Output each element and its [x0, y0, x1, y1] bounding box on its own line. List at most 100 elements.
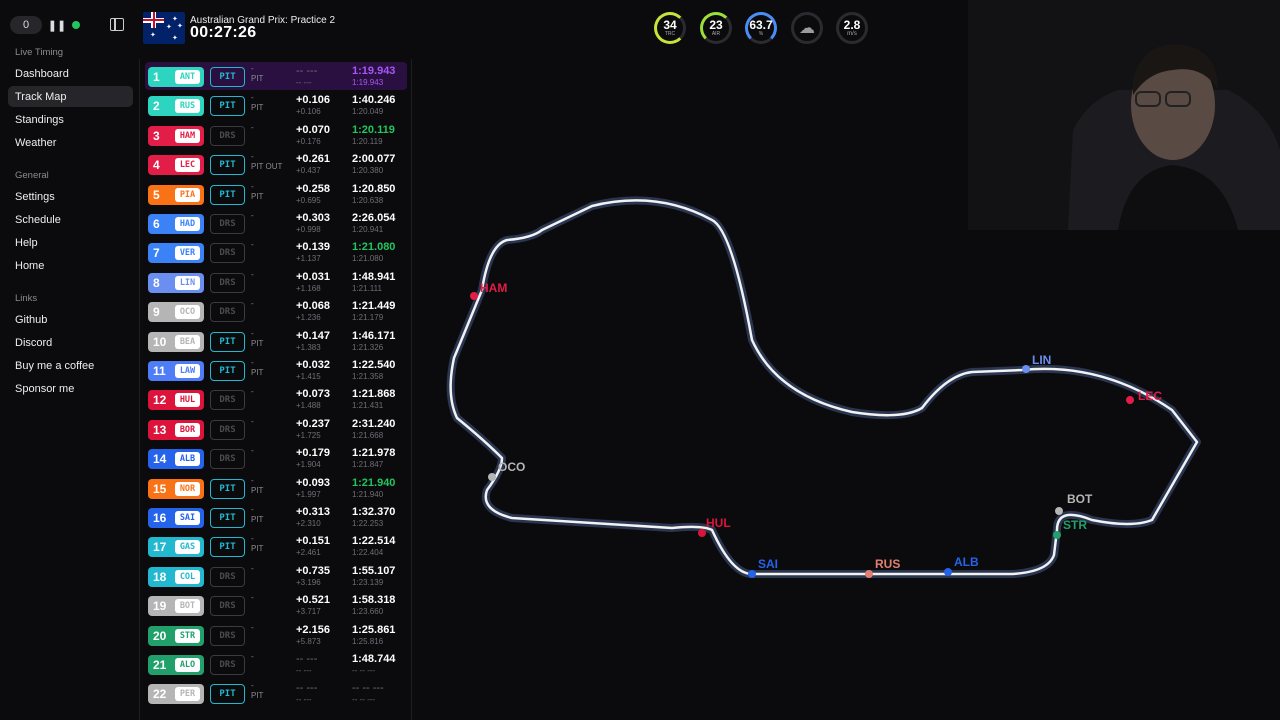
driver-code: ALB: [175, 452, 200, 467]
driver-status: - PIT: [251, 181, 264, 201]
driver-row[interactable]: 16 SAI PIT - PIT +0.313 +2.310 1:32.370 1:2…: [145, 503, 407, 531]
humidity-gauge: 63.7 %: [745, 12, 777, 44]
sidebar-item-buy-me-a-coffee[interactable]: Buy me a coffee: [8, 355, 133, 376]
driver-code: LEC: [175, 158, 200, 173]
drs-indicator: DRS: [210, 214, 245, 234]
driver-row[interactable]: 22 PER PIT - PIT -- --- -- --- -- -- --- --…: [145, 679, 407, 707]
driver-status: - PIT: [251, 328, 264, 348]
car-marker-ham: [470, 292, 478, 300]
driver-status: -: [251, 211, 254, 220]
gap-to-ahead: +0.068 +1.236: [296, 300, 330, 323]
driver-row[interactable]: 19 BOT DRS - +0.521 +3.717 1:58.318 1:23.6…: [145, 591, 407, 619]
driver-row[interactable]: 14 ALB DRS - +0.179 +1.904 1:21.978 1:21.8…: [145, 444, 407, 472]
driver-tag: 4 LEC: [148, 155, 204, 176]
driver-row[interactable]: 1 ANT PIT - PIT -- --- -- --- 1:19.943 1:19…: [145, 62, 407, 90]
driver-position: 16: [153, 511, 167, 525]
car-label-rus: RUS: [875, 557, 900, 571]
driver-status: -: [251, 240, 254, 250]
sidebar-item-sponsor-me[interactable]: Sponsor me: [8, 378, 133, 399]
drs-indicator: DRS: [210, 449, 245, 470]
driver-row[interactable]: 6 HAD DRS - +0.303 +0.998 2:26.054 1:20.94…: [145, 209, 407, 237]
sidebar-item-settings[interactable]: Settings: [8, 186, 133, 207]
driver-tag: 1 ANT: [148, 67, 204, 87]
driver-row[interactable]: 5 PIA PIT - PIT +0.258 +0.695 1:20.850 1:20…: [145, 180, 407, 208]
sidebar-item-standings[interactable]: Standings: [8, 109, 133, 130]
drs-indicator: DRS: [210, 272, 245, 293]
gap-to-ahead: +0.147 +1.383: [296, 329, 330, 352]
driver-row[interactable]: 12 HUL DRS - +0.073 +1.488 1:21.868 1:21.4…: [145, 385, 407, 413]
driver-row[interactable]: 9 OCO DRS - +0.068 +1.236 1:21.449 1:21.17…: [145, 297, 407, 325]
lap-time: 1:20.119 1:20.119: [352, 123, 395, 146]
driver-code: VER: [175, 246, 200, 261]
sidebar-item-schedule[interactable]: Schedule: [8, 209, 133, 230]
section-heading-general: General: [15, 170, 49, 181]
driver-tag: 12 HUL: [148, 390, 204, 411]
driver-row[interactable]: 13 BOR DRS - +0.237 +1.725 2:31.240 1:21.6…: [145, 415, 407, 443]
driver-tag: 22 PER: [148, 684, 204, 705]
delay-counter[interactable]: 0: [10, 16, 42, 34]
driver-status: -: [251, 446, 254, 456]
driver-code: HAM: [175, 128, 200, 143]
sidebar-item-help[interactable]: Help: [8, 232, 133, 253]
sidebar-item-github[interactable]: Github: [8, 309, 133, 330]
driver-code: ANT: [175, 70, 200, 84]
driver-code: LIN: [175, 275, 200, 290]
sidebar-item-home[interactable]: Home: [8, 255, 133, 276]
driver-status: -: [251, 652, 254, 661]
pause-icon[interactable]: ❚❚: [48, 16, 66, 34]
driver-row[interactable]: 20 STR DRS - +2.156 +5.873 1:25.861 1:25.8…: [145, 621, 407, 649]
driver-row[interactable]: 17 GAS PIT - PIT +0.151 +2.461 1:22.514 1:2…: [145, 532, 407, 560]
drs-indicator: PIT: [210, 155, 245, 176]
sidebar-item-dashboard[interactable]: Dashboard: [8, 63, 133, 84]
driver-code: SAI: [175, 511, 200, 525]
car-label-sai: SAI: [758, 557, 778, 571]
car-marker-str: [1053, 531, 1061, 539]
drs-indicator: DRS: [210, 243, 245, 264]
gap-to-ahead: +0.139 +1.137: [296, 241, 330, 264]
lap-time: 1:32.370 1:22.253: [352, 506, 396, 528]
sidebar-item-weather[interactable]: Weather: [8, 132, 133, 153]
driver-code: HUL: [175, 393, 200, 408]
app-root: 0 ❚❚ Live Timing Dashboard Track Map Sta…: [0, 0, 1280, 720]
lap-time: 1:48.941 1:21.111: [352, 270, 396, 293]
car-label-bot: BOT: [1067, 492, 1093, 506]
driver-status: - PIT OUT: [251, 152, 283, 172]
live-status-dot: [72, 21, 80, 29]
driver-row[interactable]: 11 LAW PIT - PIT +0.032 +1.415 1:22.540 1:2…: [145, 356, 407, 384]
sidebar-item-track-map[interactable]: Track Map: [8, 86, 133, 107]
driver-row[interactable]: 2 RUS PIT - PIT +0.106 +0.106 1:40.246 1:20…: [145, 91, 407, 119]
driver-row[interactable]: 4 LEC PIT - PIT OUT +0.261 +0.437 2:00.077…: [145, 150, 407, 178]
driver-code: BOT: [175, 599, 200, 614]
driver-row[interactable]: 15 NOR PIT - PIT +0.093 +1.997 1:21.940 1:2…: [145, 474, 407, 502]
gap-to-ahead: +0.179 +1.904: [296, 447, 330, 470]
driver-tag: 13 BOR: [148, 419, 204, 440]
lap-time: 1:19.943 1:19.943: [352, 65, 396, 87]
car-marker-bot: [1055, 507, 1063, 515]
driver-row[interactable]: 21 ALO DRS - -- --- -- --- 1:48.744 -- -- …: [145, 650, 407, 678]
lap-time: 1:21.978 1:21.847: [352, 447, 396, 470]
sidebar-item-discord[interactable]: Discord: [8, 332, 133, 353]
drs-indicator: DRS: [210, 125, 245, 146]
driver-status: -: [251, 416, 254, 426]
driver-tag: 16 SAI: [148, 508, 204, 528]
driver-position: 7: [153, 246, 160, 261]
driver-position: 14: [153, 452, 167, 467]
drs-indicator: PIT: [210, 478, 245, 499]
driver-status: - PIT: [251, 358, 264, 377]
driver-row[interactable]: 7 VER DRS - +0.139 +1.137 1:21.080 1:21.08…: [145, 238, 407, 266]
gap-to-ahead: +0.031 +1.168: [296, 270, 330, 293]
driver-row[interactable]: 10 BEA PIT - PIT +0.147 +1.383 1:46.171 1:2…: [145, 327, 407, 355]
driver-position: 5: [153, 187, 160, 202]
driver-code: HAD: [175, 217, 200, 231]
sidebar-toggle-icon[interactable]: [110, 18, 124, 31]
driver-position: 21: [153, 658, 167, 672]
driver-row[interactable]: 8 LIN DRS - +0.031 +1.168 1:48.941 1:21.11…: [145, 268, 407, 296]
drs-indicator: PIT: [210, 508, 245, 528]
gap-to-ahead: +0.303 +0.998: [296, 212, 330, 234]
car-label-ham: HAM: [480, 281, 507, 295]
lap-time: 1:46.171 1:21.326: [352, 329, 396, 352]
driver-row[interactable]: 3 HAM DRS - +0.070 +0.176 1:20.119 1:20.11…: [145, 121, 407, 149]
driver-tag: 8 LIN: [148, 272, 204, 293]
driver-row[interactable]: 18 COL DRS - +0.735 +3.196 1:55.107 1:23.1…: [145, 562, 407, 590]
driver-position: 6: [153, 217, 160, 231]
